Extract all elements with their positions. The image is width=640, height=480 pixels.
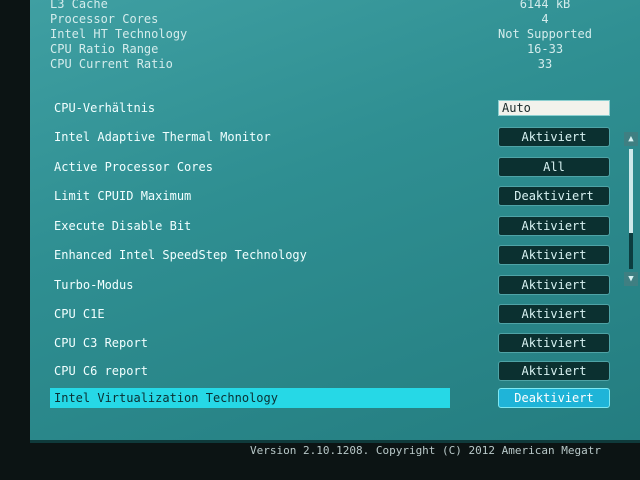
- execute-disable-option-button[interactable]: Aktiviert: [498, 216, 610, 236]
- setting-label: Limit CPUID Maximum: [54, 189, 192, 203]
- info-label: Processor Cores: [50, 12, 159, 26]
- setting-label: CPU C1E: [54, 307, 105, 321]
- setting-adaptive-thermal-monitor[interactable]: Intel Adaptive Thermal Monitor Aktiviert: [50, 125, 610, 149]
- setting-label: Intel Adaptive Thermal Monitor: [54, 130, 271, 144]
- speedstep-option-button[interactable]: Aktiviert: [498, 245, 610, 265]
- setting-label: CPU C3 Report: [54, 336, 148, 350]
- setting-execute-disable-bit[interactable]: Execute Disable Bit Aktiviert: [50, 214, 610, 238]
- thermal-monitor-option-button[interactable]: Aktiviert: [498, 127, 610, 147]
- c1e-option-button[interactable]: Aktiviert: [498, 304, 610, 324]
- cpu-info-list: L3 Cache 6144 kB Processor Cores 4 Intel…: [50, 0, 610, 72]
- info-row-processor-cores: Processor Cores 4: [50, 12, 610, 27]
- scroll-down-arrow-icon[interactable]: ▼: [624, 272, 638, 286]
- setting-limit-cpuid[interactable]: Limit CPUID Maximum Deaktiviert: [50, 184, 610, 208]
- setting-cpu-c6-report[interactable]: CPU C6 report Aktiviert: [50, 359, 610, 383]
- info-row-l3-cache: L3 Cache 6144 kB: [50, 0, 610, 12]
- info-value: Not Supported: [498, 27, 592, 41]
- scroll-up-arrow-icon[interactable]: ▲: [624, 132, 638, 146]
- info-value: 33: [537, 57, 553, 71]
- limit-cpuid-option-button[interactable]: Deaktiviert: [498, 186, 610, 206]
- setting-turbo-mode[interactable]: Turbo-Modus Aktiviert: [50, 273, 610, 297]
- bios-screen: L3 Cache 6144 kB Processor Cores 4 Intel…: [30, 0, 640, 443]
- setting-cpu-c1e[interactable]: CPU C1E Aktiviert: [50, 302, 610, 326]
- info-value: 6144 kB: [519, 0, 571, 11]
- setting-label: CPU-Verhältnis: [54, 101, 156, 115]
- info-row-ht-technology: Intel HT Technology Not Supported: [50, 27, 610, 42]
- setting-label: Execute Disable Bit: [54, 219, 192, 233]
- info-value: 4: [541, 12, 549, 26]
- setting-cpu-c3-report[interactable]: CPU C3 Report Aktiviert: [50, 331, 610, 355]
- scroll-thumb[interactable]: [629, 149, 633, 233]
- cpu-ratio-input[interactable]: Auto: [498, 100, 610, 116]
- setting-active-processor-cores[interactable]: Active Processor Cores All: [50, 155, 610, 179]
- info-label: CPU Ratio Range: [50, 42, 159, 56]
- c6-report-option-button[interactable]: Aktiviert: [498, 361, 610, 381]
- info-label: Intel HT Technology: [50, 27, 188, 41]
- selection-highlight: Intel Virtualization Technology: [50, 388, 450, 408]
- setting-label: Enhanced Intel SpeedStep Technology: [54, 248, 307, 262]
- turbo-mode-option-button[interactable]: Aktiviert: [498, 275, 610, 295]
- scrollbar[interactable]: ▲ ▼: [624, 132, 638, 292]
- info-label: L3 Cache: [50, 0, 108, 11]
- setting-virtualization-technology[interactable]: Intel Virtualization Technology Deaktivi…: [50, 386, 610, 410]
- active-cores-option-button[interactable]: All: [498, 157, 610, 177]
- info-value: 16-33: [526, 42, 564, 56]
- c3-report-option-button[interactable]: Aktiviert: [498, 333, 610, 353]
- setting-label: CPU C6 report: [54, 364, 148, 378]
- setting-label: Turbo-Modus: [54, 278, 134, 292]
- scroll-track[interactable]: [629, 149, 633, 269]
- setting-cpu-ratio[interactable]: CPU-Verhältnis Auto: [50, 96, 610, 120]
- virtualization-option-button[interactable]: Deaktiviert: [498, 388, 610, 408]
- setting-speedstep[interactable]: Enhanced Intel SpeedStep Technology Akti…: [50, 243, 610, 267]
- setting-label: Intel Virtualization Technology: [54, 391, 278, 405]
- setting-label: Active Processor Cores: [54, 160, 213, 174]
- version-footer: Version 2.10.1208. Copyright (C) 2012 Am…: [250, 444, 601, 457]
- info-row-current-ratio: CPU Current Ratio 33: [50, 57, 610, 72]
- info-label: CPU Current Ratio: [50, 57, 173, 71]
- info-row-ratio-range: CPU Ratio Range 16-33: [50, 42, 610, 57]
